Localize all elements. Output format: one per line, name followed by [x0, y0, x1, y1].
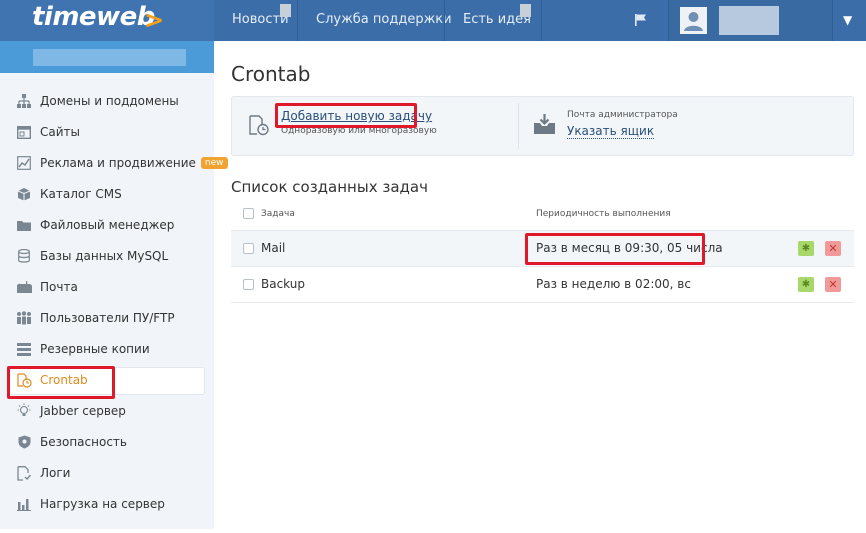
row-checkbox[interactable]: [243, 243, 254, 254]
sidebar-item-backups[interactable]: Резервные копии: [16, 339, 150, 359]
logo-text: timeweb: [32, 2, 155, 32]
sidebar: Домены и поддомены Сайты Реклама и продв…: [0, 41, 228, 529]
account-name-redacted: [33, 49, 186, 66]
nav-support[interactable]: Служба поддержки: [316, 0, 452, 41]
sidebar-item-label: Почта: [40, 280, 78, 294]
sidebar-item-label: Нагрузка на сервер: [40, 497, 165, 511]
chevron-down-icon[interactable]: ▼: [843, 13, 852, 27]
table-row: Backup Раз в неделю в 02:00, вс ✱ ✕: [231, 267, 854, 303]
users-icon: [16, 310, 32, 326]
page-title: Crontab: [231, 62, 311, 86]
highlight-add-task: [275, 103, 417, 128]
sidebar-item-label: Безопасность: [40, 435, 127, 449]
log-doc-icon: [16, 465, 32, 481]
nav-ideas-badge: [520, 4, 531, 17]
delete-icon[interactable]: ✕: [825, 277, 841, 292]
sidebar-item-file-manager[interactable]: Файловый менеджер: [16, 215, 174, 235]
new-badge: new: [200, 157, 228, 169]
sidebar-item-server-load[interactable]: Нагрузка на сервер: [16, 494, 165, 514]
row-checkbox[interactable]: [243, 279, 254, 290]
sidebar-item-label: Логи: [40, 466, 71, 480]
nav-news-badge: [280, 4, 291, 17]
sidebar-item-mail[interactable]: Почта: [16, 277, 78, 297]
mailbox-icon: [16, 279, 32, 295]
settings-gear-icon[interactable]: ✱: [798, 277, 814, 292]
sidebar-item-label: Пользователи ПУ/FTP: [40, 311, 175, 325]
inbox-download-icon: [534, 114, 555, 137]
sitemap-icon: [16, 93, 32, 109]
set-mailbox-link[interactable]: Указать ящик: [567, 124, 655, 139]
sidebar-item-label: Домены и поддомены: [40, 94, 179, 108]
delete-icon[interactable]: ✕: [825, 241, 841, 256]
table-header: Задача Периодичность выполнения: [231, 200, 854, 231]
sidebar-item-security[interactable]: Безопасность: [16, 432, 127, 452]
trend-chart-icon: [16, 155, 32, 171]
highlight-period: [525, 233, 705, 265]
clock-doc-icon: [249, 115, 269, 139]
sidebar-item-label: Резервные копии: [40, 342, 150, 356]
sidebar-item-label: Базы данных MySQL: [40, 249, 169, 263]
sidebar-item-cms[interactable]: Каталог CMS: [16, 184, 122, 204]
backup-stack-icon: [16, 341, 32, 357]
sidebar-item-ads[interactable]: Реклама и продвижение new: [16, 153, 228, 173]
username-redacted: [719, 6, 779, 35]
column-header-period: Периодичность выполнения: [536, 209, 671, 219]
sidebar-item-label: Файловый менеджер: [40, 218, 175, 232]
bulb-icon: [16, 403, 32, 419]
account-header: [0, 41, 214, 73]
database-icon: [16, 248, 32, 264]
sidebar-item-sites[interactable]: Сайты: [16, 122, 80, 142]
task-name: Backup: [261, 277, 305, 291]
sidebar-item-label: Каталог CMS: [40, 187, 122, 201]
sidebar-item-logs[interactable]: Логи: [16, 463, 70, 483]
logo[interactable]: timeweb >: [0, 0, 214, 41]
folder-icon: [16, 217, 32, 233]
settings-gear-icon[interactable]: ✱: [798, 241, 814, 256]
sidebar-item-mysql[interactable]: Базы данных MySQL: [16, 246, 168, 266]
sidebar-item-users-ftp[interactable]: Пользователи ПУ/FTP: [16, 308, 175, 328]
nav-divider: [297, 0, 298, 41]
user-avatar-icon: [680, 7, 707, 34]
sidebar-item-label: Jabber сервер: [40, 404, 126, 418]
sidebar-item-jabber[interactable]: Jabber сервер: [16, 401, 126, 421]
nav-divider: [541, 0, 542, 41]
box-icon: [16, 186, 32, 202]
select-all-checkbox[interactable]: [243, 208, 254, 219]
sidebar-item-label: Реклама и продвижение: [40, 156, 196, 170]
panel-divider: [518, 103, 519, 149]
top-bar: timeweb > Новости Служба поддержки Есть …: [0, 0, 866, 41]
logo-arrow: >: [144, 6, 165, 34]
bar-chart-icon: [16, 496, 32, 512]
sidebar-item-label: Сайты: [40, 125, 80, 139]
column-header-task: Задача: [261, 209, 295, 219]
task-list-title: Список созданных задач: [231, 178, 428, 196]
nav-divider: [444, 0, 445, 41]
admin-mail-label: Почта администратора: [567, 110, 678, 120]
user-menu[interactable]: [668, 0, 833, 41]
shield-icon: [16, 434, 32, 450]
highlight-crontab: [7, 366, 115, 399]
task-name: Mail: [261, 241, 286, 255]
task-period: Раз в неделю в 02:00, вс: [536, 277, 691, 291]
flag-icon[interactable]: [634, 13, 648, 27]
browser-window-icon: [16, 124, 32, 140]
sidebar-item-domains[interactable]: Домены и поддомены: [16, 91, 179, 111]
